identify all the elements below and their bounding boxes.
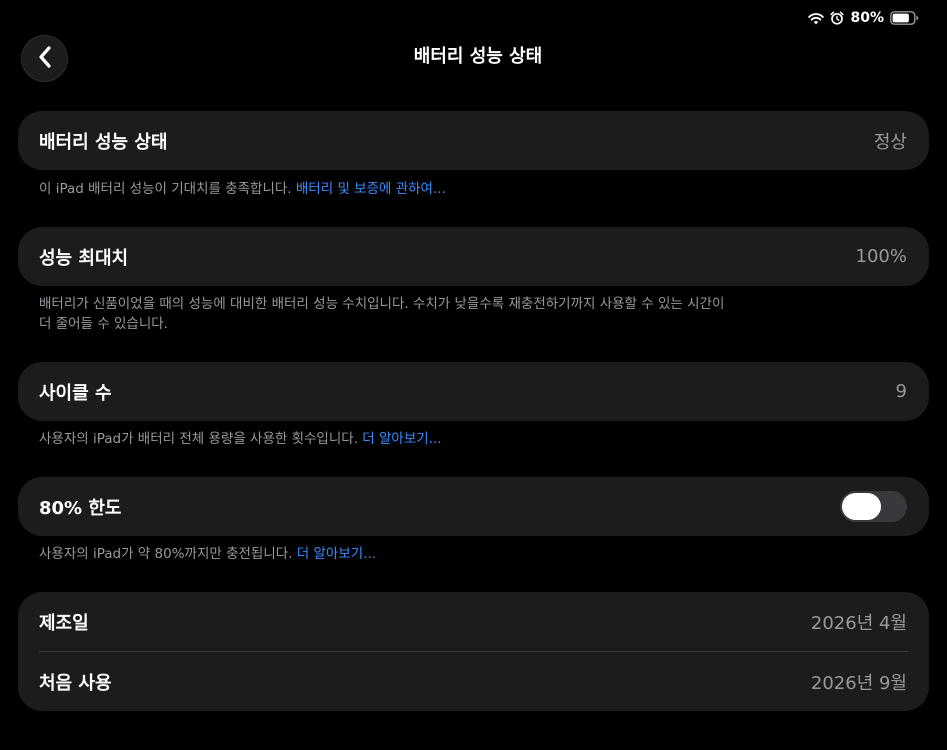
manufacture-date-row: 제조일 2026년 4월 xyxy=(18,592,929,651)
cycle-count-learn-more-link[interactable]: 더 알아보기... xyxy=(362,431,441,447)
battery-health-value: 정상 xyxy=(873,131,907,153)
battery-health-footnote-text: 이 iPad 배터리 성능이 기대치를 충족합니다. xyxy=(39,181,296,197)
limit-80-label: 80% 한도 xyxy=(39,497,122,519)
limit-80-footnote: 사용자의 iPad가 약 80%까지만 충전됩니다. 더 알아보기... xyxy=(39,544,819,564)
cycle-count-footnote-text: 사용자의 iPad가 배터리 전체 용량을 사용한 횟수입니다. xyxy=(39,431,363,447)
wifi-icon xyxy=(808,12,825,25)
battery-health-footnote: 이 iPad 배터리 성능이 기대치를 충족합니다. 배터리 및 보증에 관하여… xyxy=(39,179,819,199)
manufacture-date-value: 2026년 4월 xyxy=(810,612,907,634)
max-capacity-footnote-line1: 배터리가 신품이었을 때의 성능에 대비한 배터리 성능 수치입니다. 수치가 … xyxy=(39,296,725,312)
max-capacity-label: 성능 최대치 xyxy=(39,247,129,269)
first-use-value: 2026년 9월 xyxy=(810,672,907,694)
max-capacity-footnote: 배터리가 신품이었을 때의 성능에 대비한 배터리 성능 수치입니다. 수치가 … xyxy=(39,294,819,334)
cycle-count-label: 사이클 수 xyxy=(39,382,112,404)
dates-group: 제조일 2026년 4월 처음 사용 2026년 9월 xyxy=(18,592,929,711)
max-capacity-value: 100% xyxy=(855,246,907,267)
cycle-count-footnote: 사용자의 iPad가 배터리 전체 용량을 사용한 횟수입니다. 더 알아보기.… xyxy=(39,429,819,449)
battery-warranty-link[interactable]: 배터리 및 보증에 관하여... xyxy=(296,181,446,197)
page-title: 배터리 성능 상태 xyxy=(413,46,543,67)
limit-80-row: 80% 한도 xyxy=(18,477,929,536)
max-capacity-row: 성능 최대치 100% xyxy=(18,227,929,286)
first-use-label: 처음 사용 xyxy=(39,672,112,694)
limit-80-toggle[interactable] xyxy=(840,491,907,522)
cycle-count-row: 사이클 수 9 xyxy=(18,362,929,421)
battery-percent: 80% xyxy=(850,10,884,26)
first-use-row: 처음 사용 2026년 9월 xyxy=(18,652,929,711)
alarm-icon xyxy=(830,11,845,25)
battery-health-label: 배터리 성능 상태 xyxy=(39,131,168,153)
cycle-count-value: 9 xyxy=(895,381,907,402)
manufacture-date-label: 제조일 xyxy=(39,612,89,634)
limit-80-footnote-text: 사용자의 iPad가 약 80%까지만 충전됩니다. xyxy=(39,546,297,562)
battery-icon xyxy=(890,11,919,25)
limit-80-learn-more-link[interactable]: 더 알아보기... xyxy=(297,546,376,562)
status-bar: 80% xyxy=(808,8,919,28)
max-capacity-footnote-line2: 더 줄어들 수 있습니다. xyxy=(39,316,168,332)
toggle-knob xyxy=(842,493,881,520)
battery-health-row[interactable]: 배터리 성능 상태 정상 xyxy=(18,111,929,170)
